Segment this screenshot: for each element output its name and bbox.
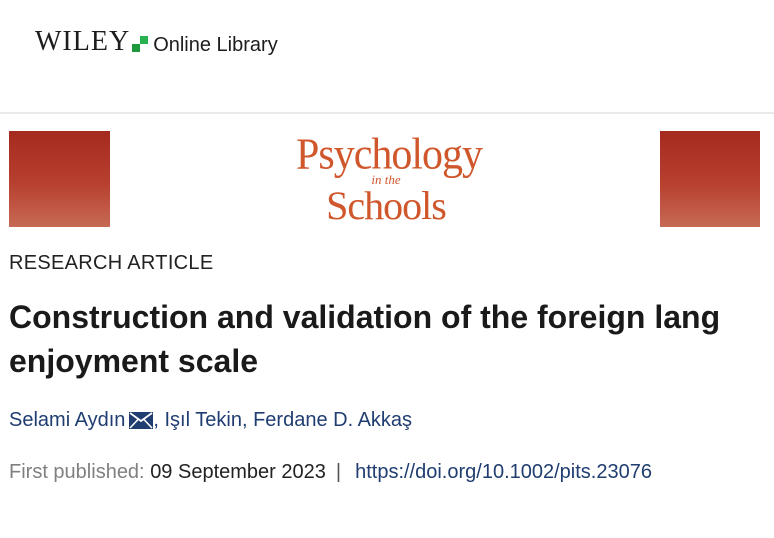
banner-left-panel [9,131,110,227]
publication-info: First published: 09 September 2023 | https… [9,461,652,484]
author-link[interactable]: Işıl Tekin [165,409,242,431]
wiley-online-library-logo[interactable]: WILEY Online Library [35,28,278,56]
doi-link[interactable]: https://doi.org/10.1002/pits.23076 [355,461,652,483]
site-header: WILEY Online Library [0,0,774,114]
article-title: Construction and validation of the forei… [9,295,774,383]
article-type-label: RESEARCH ARTICLE [9,252,214,274]
journal-logo-line3: Schools [326,183,447,228]
wiley-square-icon [132,35,149,53]
article-title-line1: Construction and validation of the forei… [9,299,721,335]
author-link[interactable]: Selami Aydın [9,409,125,431]
first-published-date: 09 September 2023 [150,461,326,483]
first-published-label: First published: [9,461,145,483]
author-list: Selami Aydın, Işıl Tekin, Ferdane D. Akk… [9,409,413,431]
mail-icon[interactable] [129,412,154,429]
article-title-line2: enjoyment scale [9,343,258,379]
author-link[interactable]: Ferdane D. Akkaş [253,409,412,431]
journal-logo[interactable]: Psychology in the Schools [296,131,483,228]
pub-separator: | [335,461,342,483]
banner-right-panel [660,131,760,227]
wiley-wordmark: WILEY [35,26,131,57]
journal-banner: Psychology in the Schools [9,131,774,227]
online-library-label: Online Library [153,33,278,56]
